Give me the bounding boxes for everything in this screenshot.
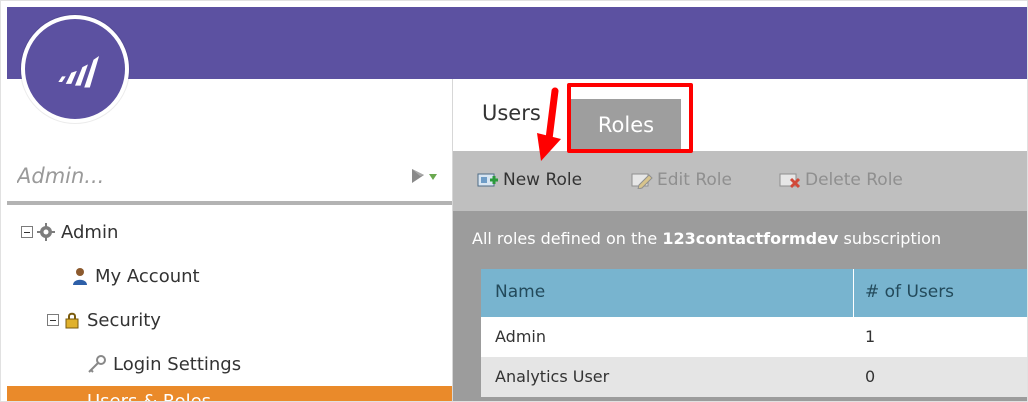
delete-role-icon xyxy=(779,173,801,189)
subtitle-prefix: All roles defined on the xyxy=(472,229,663,248)
table-row[interactable]: Analytics User 0 xyxy=(481,357,1027,397)
tab-users[interactable]: Users xyxy=(482,101,541,125)
roles-subtitle: All roles defined on the 123contactformd… xyxy=(472,229,941,248)
row-users: 1 xyxy=(865,327,876,346)
row-name: Analytics User xyxy=(495,367,610,386)
new-role-icon xyxy=(477,173,498,187)
marketo-logo[interactable] xyxy=(21,15,129,123)
roles-content: All roles defined on the 123contactformd… xyxy=(453,211,1027,401)
edit-role-button[interactable]: Edit Role xyxy=(631,169,732,191)
delete-role-button[interactable]: Delete Role xyxy=(779,169,903,191)
search-input[interactable] xyxy=(17,161,377,191)
tree-label: Admin xyxy=(61,221,119,243)
edit-role-icon xyxy=(631,173,653,189)
subscription-name: 123contactformdev xyxy=(662,229,839,248)
column-header-users[interactable]: # of Users xyxy=(865,282,954,302)
app-frame: Admin My Account Security xyxy=(0,0,1028,402)
collapse-icon[interactable] xyxy=(21,226,33,238)
tree-item-users-roles[interactable]: Users & Roles xyxy=(7,386,452,402)
filter-icon[interactable] xyxy=(410,165,438,187)
tree-item-my-account[interactable]: My Account xyxy=(71,261,200,291)
top-bar xyxy=(7,7,1027,79)
tree-label: Login Settings xyxy=(113,353,242,375)
row-users: 0 xyxy=(865,367,876,386)
main-panel: Users Roles New Role Edit Role Delete Ro… xyxy=(453,79,1027,401)
new-role-label: New Role xyxy=(503,170,583,190)
collapse-icon[interactable] xyxy=(47,314,59,326)
gear-icon xyxy=(37,223,55,241)
key-icon xyxy=(88,355,106,373)
table-header-row: Name # of Users xyxy=(481,269,1027,317)
user-icon xyxy=(73,268,87,285)
delete-role-label: Delete Role xyxy=(805,170,903,190)
tree-item-admin[interactable]: Admin xyxy=(21,217,118,247)
column-divider xyxy=(853,269,854,317)
toolbar: New Role Edit Role Delete Role xyxy=(453,151,1027,211)
edit-role-label: Edit Role xyxy=(657,170,732,190)
tree-label: Security xyxy=(87,309,161,331)
row-name: Admin xyxy=(495,327,546,346)
tree-item-login-settings[interactable]: Login Settings xyxy=(87,349,241,379)
new-role-button[interactable]: New Role xyxy=(477,169,582,191)
subtitle-suffix: subscription xyxy=(838,229,942,248)
search-box xyxy=(7,151,452,205)
logo-bars-icon xyxy=(58,56,100,88)
tree-label: My Account xyxy=(95,265,200,287)
tab-roles[interactable]: Roles xyxy=(571,99,681,151)
tab-bar: Users Roles xyxy=(453,79,1027,151)
tree-item-security[interactable]: Security xyxy=(47,305,161,335)
table-row[interactable]: Admin 1 xyxy=(481,317,1027,357)
column-header-name[interactable]: Name xyxy=(495,282,545,302)
left-panel: Admin My Account Security xyxy=(7,79,453,402)
lock-icon xyxy=(65,312,79,329)
tree-label: Users & Roles xyxy=(87,390,212,402)
